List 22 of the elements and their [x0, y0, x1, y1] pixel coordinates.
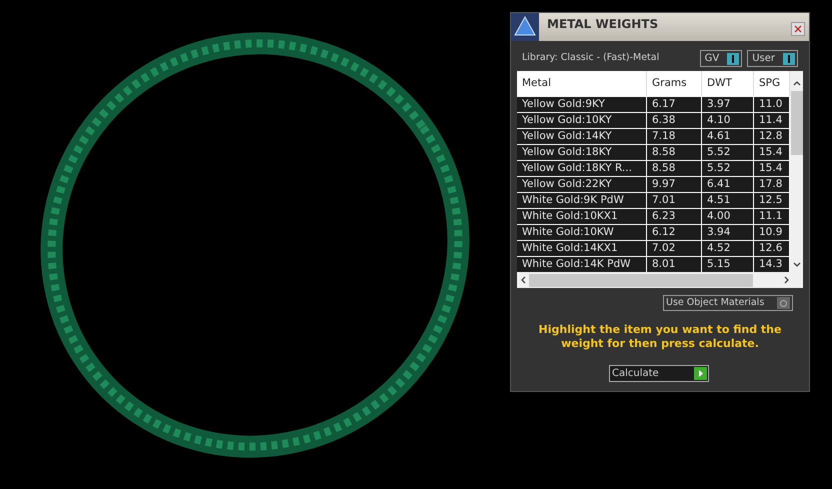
- close-button[interactable]: [791, 22, 805, 36]
- scroll-left-icon: [520, 276, 526, 284]
- pyramid-logo-icon: [511, 13, 539, 41]
- scroll-up-icon: [792, 80, 800, 86]
- window-title: METAL WEIGHTS: [547, 16, 658, 33]
- toggle-switch[interactable]: GV: [700, 50, 742, 67]
- scroll-down-icon: [792, 262, 800, 268]
- horizontal-scrollbar[interactable]: [517, 272, 803, 288]
- play-icon: [694, 367, 707, 380]
- toggle-knob-icon: [783, 52, 795, 64]
- toggle-knob-icon: [727, 52, 740, 64]
- instruction-text: Highlight the item you want to find the weight for then press calculate.: [538, 323, 782, 351]
- use-object-materials-toggle[interactable]: Use Object Materials: [663, 295, 793, 311]
- scrollbar-thumb[interactable]: [790, 91, 802, 155]
- toggle-switch[interactable]: User: [747, 50, 798, 67]
- calculate-button[interactable]: Calculate: [609, 365, 709, 382]
- toggle-knob-icon: [777, 297, 790, 309]
- close-icon: [794, 25, 802, 33]
- library-label: Library: Classic - (Fast)-Metal: [522, 51, 660, 66]
- scrollbar-thumb[interactable]: [529, 274, 753, 286]
- vertical-scrollbar[interactable]: [790, 71, 803, 272]
- scroll-right-icon: [784, 276, 790, 284]
